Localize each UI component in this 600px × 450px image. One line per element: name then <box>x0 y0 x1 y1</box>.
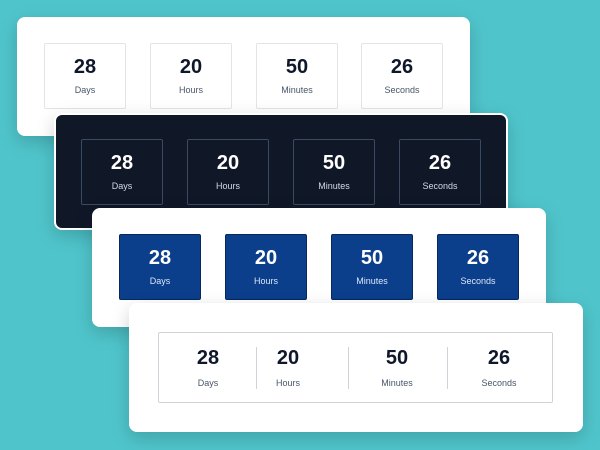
countdown-minutes-box: 50 Minutes <box>293 139 375 205</box>
hours-label: Hours <box>215 181 240 191</box>
days-label: Days <box>111 181 133 191</box>
countdown-days-box: 28 Days <box>44 43 126 109</box>
countdown-hours-box: 20 Hours <box>187 139 269 205</box>
countdown-seconds-box: 26 Seconds <box>361 43 443 109</box>
countdown-minutes-cell: 50 Minutes <box>348 333 446 402</box>
minutes-label: Minutes <box>356 276 388 286</box>
seconds-label: Seconds <box>422 181 458 191</box>
seconds-value: 26 <box>428 152 452 174</box>
hours-value: 20 <box>179 56 203 78</box>
days-label: Days <box>197 377 219 388</box>
countdown-minutes-box: 50 Minutes <box>331 234 413 300</box>
seconds-value: 26 <box>487 346 511 369</box>
hours-value: 20 <box>276 346 300 369</box>
separator <box>447 347 448 389</box>
days-value: 28 <box>110 152 134 174</box>
countdown-hours-box: 20 Hours <box>150 43 232 109</box>
seconds-label: Seconds <box>460 276 496 286</box>
minutes-label: Minutes <box>318 181 350 191</box>
hours-label: Hours <box>275 377 300 388</box>
countdown-days-box: 28 Days <box>119 234 201 300</box>
countdown-days-box: 28 Days <box>81 139 163 205</box>
countdown-hours-box: 20 Hours <box>225 234 307 300</box>
minutes-value: 50 <box>360 247 384 269</box>
seconds-label: Seconds <box>384 85 420 95</box>
days-value: 28 <box>73 56 97 78</box>
countdown-bar: 28 Days 20 Hours 50 Minutes 26 Seconds <box>158 332 553 403</box>
hours-label: Hours <box>178 85 203 95</box>
days-value: 28 <box>148 247 172 269</box>
minutes-value: 50 <box>322 152 346 174</box>
days-value: 28 <box>196 346 220 369</box>
countdown-card-divided-bar: 28 Days 20 Hours 50 Minutes 26 Seconds <box>129 303 583 432</box>
hours-value: 20 <box>216 152 240 174</box>
seconds-label: Seconds <box>481 377 517 388</box>
countdown-hours-cell: 20 Hours <box>239 333 337 402</box>
minutes-value: 50 <box>285 56 309 78</box>
minutes-label: Minutes <box>381 377 413 388</box>
hours-label: Hours <box>253 276 278 286</box>
hours-value: 20 <box>254 247 278 269</box>
countdown-seconds-box: 26 Seconds <box>437 234 519 300</box>
days-label: Days <box>74 85 96 95</box>
countdown-seconds-cell: 26 Seconds <box>450 333 548 402</box>
seconds-value: 26 <box>390 56 414 78</box>
seconds-value: 26 <box>466 247 490 269</box>
countdown-minutes-box: 50 Minutes <box>256 43 338 109</box>
days-label: Days <box>149 276 171 286</box>
minutes-value: 50 <box>385 346 409 369</box>
minutes-label: Minutes <box>281 85 313 95</box>
countdown-seconds-box: 26 Seconds <box>399 139 481 205</box>
